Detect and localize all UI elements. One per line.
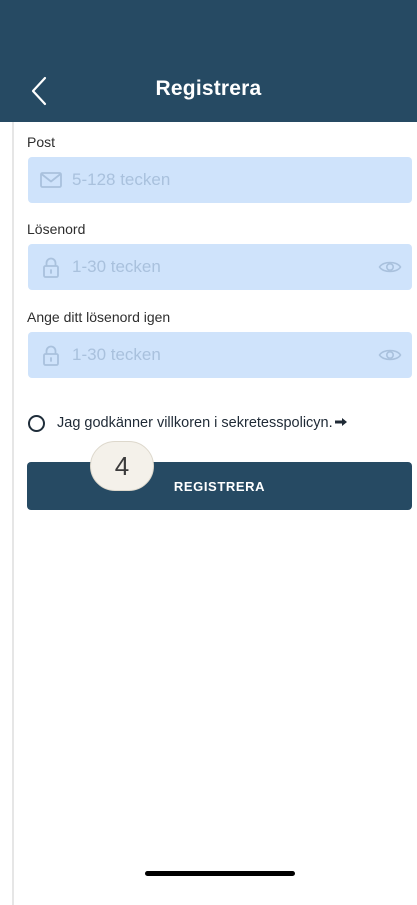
status-bar — [0, 0, 417, 60]
email-placeholder: 5-128 tecken — [72, 170, 171, 189]
consent-row: Jag godkänner villkoren i sekretesspolic… — [28, 413, 417, 435]
confirm-password-field[interactable]: 1-30 tecken — [28, 332, 412, 378]
email-field[interactable]: 5-128 tecken — [28, 157, 412, 203]
email-label: Post — [27, 134, 56, 150]
register-button[interactable]: REGISTRERA — [27, 462, 412, 510]
consent-text: Jag godkänner villkoren i sekretesspolic… — [57, 415, 333, 431]
confirm-password-label: Ange ditt lösenord igen — [27, 309, 171, 325]
home-indicator — [145, 871, 295, 876]
screen-divider — [12, 122, 14, 905]
step-number: 4 — [114, 451, 130, 481]
register-button-label: REGISTRERA — [173, 479, 266, 494]
lock-icon — [43, 345, 59, 366]
password-label: Lösenord — [27, 221, 86, 237]
consent-radio[interactable] — [28, 415, 45, 432]
eye-icon[interactable] — [378, 345, 402, 365]
consent-link[interactable]: Jag godkänner villkoren i sekretesspolic… — [57, 415, 348, 431]
password-placeholder: 1-30 tecken — [72, 257, 161, 276]
mail-icon — [40, 172, 62, 188]
arrow-right-icon — [334, 418, 347, 426]
step-number-badge: 4 — [90, 441, 154, 491]
confirm-password-placeholder: 1-30 tecken — [72, 345, 161, 364]
eye-icon[interactable] — [378, 257, 402, 277]
page-title: Registrera — [155, 77, 262, 100]
lock-icon — [43, 257, 59, 278]
nav-bar: Registrera — [0, 60, 417, 122]
password-field[interactable]: 1-30 tecken — [28, 244, 412, 290]
